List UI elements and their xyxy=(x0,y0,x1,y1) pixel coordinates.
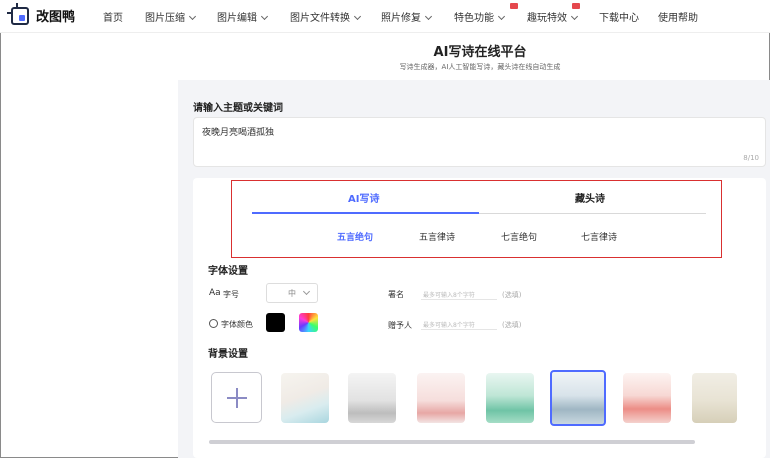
chevron-down-icon xyxy=(353,12,362,21)
page-subtitle: 写诗生成器，AI人工智能写诗，藏头诗在线自动生成 xyxy=(399,63,561,71)
topic-input-value: 夜晚月亮喝酒孤独 xyxy=(202,128,275,138)
topic-input[interactable]: 夜晚月亮喝酒孤独 8/10 xyxy=(193,117,766,167)
logo[interactable]: 改图鸭 xyxy=(7,2,76,25)
logo-icon xyxy=(7,2,29,25)
background-thumbnail[interactable] xyxy=(623,373,671,423)
signature-input[interactable] xyxy=(421,299,497,300)
nav-item-features[interactable]: 特色功能 xyxy=(454,9,506,24)
background-thumbnail[interactable] xyxy=(692,373,737,423)
font-size-label: 字号 xyxy=(223,290,239,299)
nav-item-photo-repair[interactable]: 照片修复 xyxy=(381,9,433,24)
chevron-down-icon xyxy=(188,12,197,21)
chevron-down-icon xyxy=(302,287,311,296)
signature-placeholder: 最多可输入8个字符 xyxy=(423,292,475,299)
nav-item-fun-effects[interactable]: 趣玩特效 xyxy=(527,9,579,24)
char-count: 8/10 xyxy=(743,154,759,162)
chevron-down-icon xyxy=(497,12,506,21)
thumbnail-scrollbar[interactable] xyxy=(209,440,695,444)
background-thumbnail[interactable] xyxy=(281,373,329,423)
recipient-optional: (选填) xyxy=(502,321,522,329)
background-thumbnail[interactable] xyxy=(417,373,465,423)
highlight-box xyxy=(231,180,722,258)
chevron-down-icon xyxy=(260,12,269,21)
nav-item-home[interactable]: 首页 xyxy=(103,9,123,24)
color-picker[interactable] xyxy=(299,313,318,332)
hot-badge-icon xyxy=(572,3,580,9)
page-title: AI写诗在线平台 xyxy=(433,45,527,60)
nav-item-image-edit[interactable]: 图片编辑 xyxy=(217,9,269,24)
nav-item-help[interactable]: 使用帮助 xyxy=(658,9,698,24)
logo-text: 改图鸭 xyxy=(36,10,76,25)
background-thumbnail[interactable] xyxy=(486,373,534,423)
hot-badge-icon xyxy=(510,3,518,9)
signature-label: 署名 xyxy=(388,290,404,299)
font-color-label: 字体颜色 xyxy=(221,320,253,329)
font-size-value: 中 xyxy=(288,289,296,298)
recipient-label: 赠予人 xyxy=(388,321,412,330)
palette-icon xyxy=(209,319,218,328)
nav-item-file-convert[interactable]: 图片文件转换 xyxy=(290,9,362,24)
background-thumbnail-selected[interactable] xyxy=(550,370,606,426)
recipient-placeholder: 最多可输入8个字符 xyxy=(423,322,475,329)
topic-heading: 请输入主题或关键词 xyxy=(193,103,283,114)
nav-item-image-compress[interactable]: 图片压缩 xyxy=(145,9,197,24)
background-thumbnail[interactable] xyxy=(348,373,396,423)
add-background-button[interactable] xyxy=(211,372,262,423)
chevron-down-icon xyxy=(424,12,433,21)
signature-optional: (选填) xyxy=(502,291,522,299)
chevron-down-icon xyxy=(570,12,579,21)
font-settings-heading: 字体设置 xyxy=(208,266,248,277)
font-size-select[interactable]: 中 xyxy=(266,283,318,303)
font-size-prefix: Aa xyxy=(209,288,221,298)
top-navbar: 改图鸭 首页 图片压缩 图片编辑 图片文件转换 照片修复 特色功能 趣玩特效 下… xyxy=(0,0,770,33)
color-swatch-black[interactable] xyxy=(266,313,285,332)
recipient-input[interactable] xyxy=(421,329,497,330)
background-settings-heading: 背景设置 xyxy=(208,349,248,360)
nav-item-download-center[interactable]: 下载中心 xyxy=(599,9,639,24)
